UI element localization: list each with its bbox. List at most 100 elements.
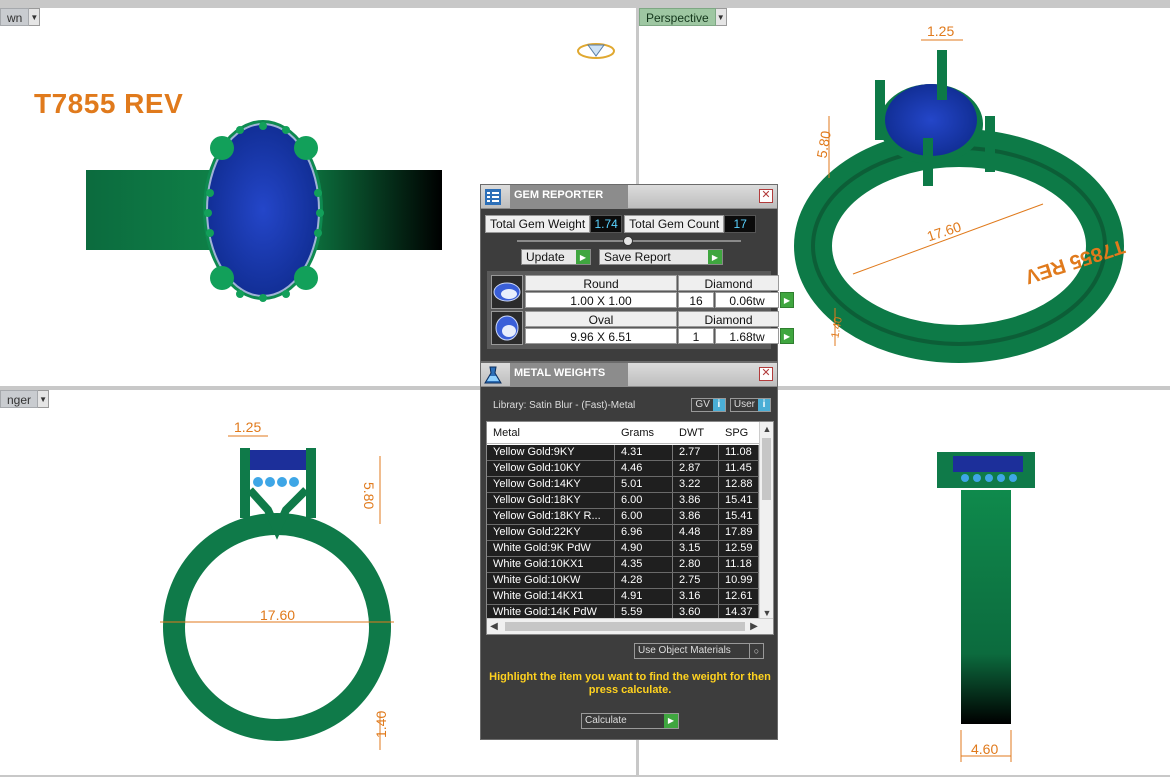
cell-grams: 6.00 <box>615 493 673 508</box>
cell-dwt: 2.80 <box>673 557 719 572</box>
metal-weights-header[interactable]: METAL WEIGHTS ✕ <box>481 362 777 387</box>
cell-metal: White Gold:9K PdW <box>487 541 615 556</box>
gem-slider[interactable] <box>517 236 741 246</box>
cell-metal: Yellow Gold:22KY <box>487 525 615 540</box>
cell-metal: Yellow Gold:18KY R... <box>487 509 615 524</box>
play-icon: ▶ <box>664 714 678 728</box>
gem-reporter-title: GEM REPORTER <box>510 184 628 209</box>
user-toggle[interactable]: User i <box>729 398 771 412</box>
cell-dwt: 2.75 <box>673 573 719 588</box>
metal-table[interactable]: Metal Grams DWT SPG Yellow Gold:9KY 4.31 2… <box>486 421 774 635</box>
cell-spg: 12.59 <box>719 541 759 556</box>
gem-weight: 0.06tw <box>715 292 779 308</box>
save-report-button[interactable]: Save Report ▶ <box>599 249 723 265</box>
update-label: Update <box>526 250 565 264</box>
play-icon: ▶ <box>576 250 590 264</box>
table-row[interactable]: White Gold:9K PdW 4.90 3.15 12.59 <box>487 541 761 557</box>
use-object-materials-toggle[interactable]: Use Object Materials ○ <box>634 643 764 659</box>
cell-spg: 15.41 <box>719 493 759 508</box>
cell-metal: Yellow Gold:18KY <box>487 493 615 508</box>
gem-list: Round Diamond 1.00 X 1.00 16 0.06tw ▶ Ov… <box>487 271 794 349</box>
gv-label: GV <box>695 399 710 410</box>
close-icon[interactable]: ✕ <box>759 367 773 381</box>
dim-diameter-front: 17.60 <box>260 607 295 623</box>
table-row[interactable]: White Gold:10KX1 4.35 2.80 11.18 <box>487 557 761 573</box>
cell-grams: 5.01 <box>615 477 673 492</box>
calculate-hint: Highlight the item you want to find the … <box>489 671 771 696</box>
calculate-button[interactable]: Calculate ▶ <box>581 713 679 729</box>
col-grams[interactable]: Grams <box>615 422 673 443</box>
dim-side-perspective: 1.40 <box>829 316 845 339</box>
cell-metal: Yellow Gold:9KY <box>487 445 615 460</box>
scroll-thumb[interactable] <box>505 622 745 631</box>
table-row[interactable]: Yellow Gold:14KY 5.01 3.22 12.88 <box>487 477 761 493</box>
col-metal[interactable]: Metal <box>487 422 615 443</box>
table-row[interactable]: Yellow Gold:18KY R... 6.00 3.86 15.41 <box>487 509 761 525</box>
vertical-scrollbar[interactable]: ▲ ▼ <box>759 422 773 620</box>
cell-dwt: 2.87 <box>673 461 719 476</box>
cell-grams: 4.91 <box>615 589 673 604</box>
cell-dwt: 4.48 <box>673 525 719 540</box>
cell-grams: 4.31 <box>615 445 673 460</box>
library-label: Library: Satin Blur - (Fast)-Metal <box>493 399 636 411</box>
cell-spg: 15.41 <box>719 509 759 524</box>
library-row: Library: Satin Blur - (Fast)-Metal GV i … <box>493 397 771 413</box>
cell-dwt: 3.86 <box>673 493 719 508</box>
cell-metal: Yellow Gold:14KY <box>487 477 615 492</box>
flask-icon <box>482 364 504 386</box>
gem-reporter-panel[interactable]: GEM REPORTER ✕ Total Gem Weight 1.74 Tot… <box>480 184 794 362</box>
metal-weights-title: METAL WEIGHTS <box>510 362 628 387</box>
dim-thickness-front: 1.40 <box>373 711 389 738</box>
play-icon[interactable]: ▶ <box>780 292 794 308</box>
horizontal-scrollbar[interactable]: ◀ ▶ <box>487 618 773 634</box>
col-spg[interactable]: SPG <box>719 422 759 443</box>
gem-reporter-header[interactable]: GEM REPORTER ✕ <box>481 184 777 209</box>
cell-spg: 12.61 <box>719 589 759 604</box>
update-button[interactable]: Update ▶ <box>521 249 591 265</box>
radio-icon: ○ <box>749 644 763 658</box>
gem-row[interactable]: Oval Diamond 9.96 X 6.51 1 1.68tw ▶ <box>491 311 794 345</box>
scroll-thumb[interactable] <box>762 438 771 500</box>
play-icon[interactable]: ▶ <box>780 328 794 344</box>
cell-spg: 11.18 <box>719 557 759 572</box>
gem-qty: 1 <box>678 328 714 344</box>
slider-knob[interactable] <box>623 236 633 246</box>
gem-totals: Total Gem Weight 1.74 Total Gem Count 17 <box>485 215 777 233</box>
oval-gem-icon <box>491 311 523 345</box>
gv-toggle[interactable]: GV i <box>691 398 726 412</box>
dim-prong-perspective: 1.25 <box>927 23 954 39</box>
chevron-up-icon[interactable]: ▲ <box>760 422 773 436</box>
gem-row[interactable]: Round Diamond 1.00 X 1.00 16 0.06tw ▶ <box>491 275 794 309</box>
diamond-logo-icon <box>577 43 615 59</box>
table-row[interactable]: White Gold:14KX1 4.91 3.16 12.61 <box>487 589 761 605</box>
gem-material: Diamond <box>678 275 779 291</box>
metal-weights-panel[interactable]: METAL WEIGHTS ✕ Library: Satin Blur - (F… <box>480 362 778 740</box>
cell-metal: White Gold:10KW <box>487 573 615 588</box>
cell-grams: 6.00 <box>615 509 673 524</box>
cell-dwt: 3.22 <box>673 477 719 492</box>
cell-grams: 4.28 <box>615 573 673 588</box>
cell-metal: White Gold:14KX1 <box>487 589 615 604</box>
table-row[interactable]: Yellow Gold:22KY 6.96 4.48 17.89 <box>487 525 761 541</box>
cell-dwt: 2.77 <box>673 445 719 460</box>
cell-grams: 4.90 <box>615 541 673 556</box>
table-header: Metal Grams DWT SPG <box>487 422 773 444</box>
close-icon[interactable]: ✕ <box>759 189 773 203</box>
cell-metal: Yellow Gold:10KY <box>487 461 615 476</box>
total-count-label: Total Gem Count <box>624 215 725 233</box>
table-row[interactable]: White Gold:10KW 4.28 2.75 10.99 <box>487 573 761 589</box>
table-row[interactable]: Yellow Gold:10KY 4.46 2.87 11.45 <box>487 461 761 477</box>
info-icon: i <box>758 399 770 411</box>
cell-dwt: 3.86 <box>673 509 719 524</box>
table-row[interactable]: Yellow Gold:9KY 4.31 2.77 11.08 <box>487 445 761 461</box>
cell-spg: 10.99 <box>719 573 759 588</box>
table-row[interactable]: Yellow Gold:18KY 6.00 3.86 15.41 <box>487 493 761 509</box>
gem-qty: 16 <box>678 292 714 308</box>
total-weight-value: 1.74 <box>590 215 623 233</box>
chevron-left-icon[interactable]: ◀ <box>487 619 501 634</box>
cell-dwt: 3.16 <box>673 589 719 604</box>
gem-weight: 1.68tw <box>715 328 779 344</box>
col-dwt[interactable]: DWT <box>673 422 719 443</box>
chevron-right-icon[interactable]: ▶ <box>747 619 761 634</box>
cell-spg: 11.08 <box>719 445 759 460</box>
